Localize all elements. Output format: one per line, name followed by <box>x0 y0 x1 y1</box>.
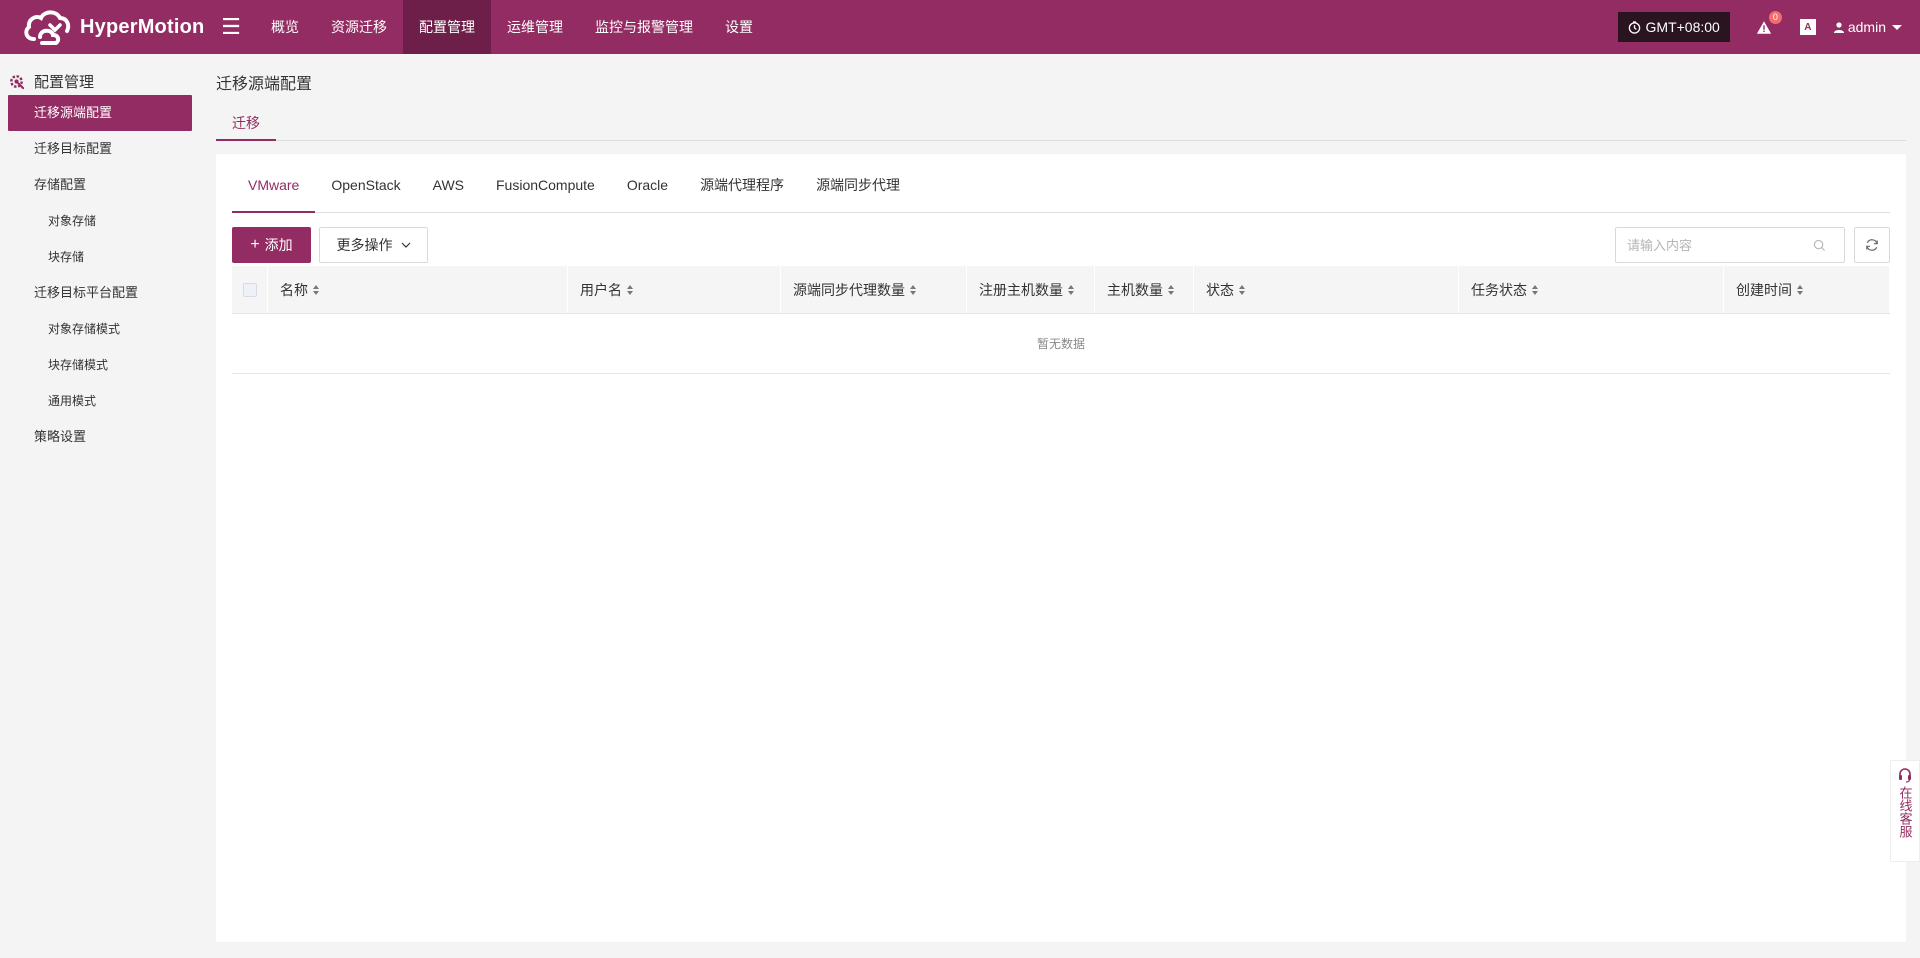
online-service-button[interactable]: 在线客服 <box>1890 760 1920 862</box>
brand-logo[interactable]: HyperMotion <box>0 0 205 54</box>
warning-icon <box>1756 20 1771 34</box>
column-header-3[interactable]: 注册主机数量 <box>967 266 1095 313</box>
platform-tab-6[interactable]: 源端同步代理 <box>800 170 916 213</box>
platform-tab-4[interactable]: Oracle <box>611 170 684 213</box>
headset-icon <box>1899 768 1911 783</box>
platform-tab-3[interactable]: FusionCompute <box>480 170 611 213</box>
data-table: 名称 用户名 源端同步代理数量 注册主机数量 主机数量 状态 任务状态 创建时间 暂无数据 <box>232 266 1890 374</box>
nav-item-3[interactable]: 运维管理 <box>491 0 579 54</box>
empty-state-text: 暂无数据 <box>232 314 1890 374</box>
brand-name: HyperMotion <box>80 15 205 38</box>
sidebar-item-6[interactable]: 对象存储模式 <box>0 311 200 347</box>
platform-tab-1[interactable]: OpenStack <box>315 170 416 213</box>
column-header-4[interactable]: 主机数量 <box>1095 266 1194 313</box>
clock-icon <box>1628 20 1640 34</box>
user-menu[interactable]: admin <box>1833 19 1902 35</box>
column-header-1[interactable]: 用户名 <box>568 266 781 313</box>
platform-tab-2[interactable]: AWS <box>417 170 480 213</box>
sidebar: 配置管理 迁移源端配置 迁移目标配置 存储配置 对象存储 块存储 迁移目标平台配置 对象存储… <box>0 54 200 958</box>
platform-tab-0[interactable]: VMware <box>232 170 316 213</box>
column-header-label: 注册主机数量 <box>979 281 1063 298</box>
search-icon[interactable] <box>1813 239 1826 252</box>
column-header-label: 任务状态 <box>1471 281 1527 298</box>
more-actions-dropdown[interactable]: 更多操作 <box>319 227 428 263</box>
online-service-label: 在线客服 <box>1897 786 1913 838</box>
column-header-7[interactable]: 创建时间 <box>1724 266 1890 313</box>
sidebar-item-0[interactable]: 迁移源端配置 <box>8 95 192 131</box>
refresh-button[interactable] <box>1854 227 1890 263</box>
sort-icon[interactable] <box>313 284 319 295</box>
add-button[interactable]: + 添加 <box>232 227 311 263</box>
sort-icon[interactable] <box>1068 284 1074 295</box>
nav-item-1[interactable]: 资源迁移 <box>315 0 403 54</box>
column-header-label: 名称 <box>280 281 308 298</box>
sidebar-item-5[interactable]: 迁移目标平台配置 <box>0 275 200 311</box>
sidebar-item-7[interactable]: 块存储模式 <box>0 347 200 383</box>
sidebar-item-9[interactable]: 策略设置 <box>0 419 200 455</box>
add-button-label: 添加 <box>264 237 293 253</box>
toolbar: + 添加 更多操作 <box>232 213 1890 271</box>
alert-button[interactable]: 0 <box>1754 11 1782 37</box>
sidebar-item-8[interactable]: 通用模式 <box>0 383 200 419</box>
username: admin <box>1847 19 1886 35</box>
nav-item-4[interactable]: 监控与报警管理 <box>579 0 709 54</box>
select-all-cell <box>232 266 268 313</box>
main-nav: 概览 资源迁移 配置管理 运维管理 监控与报警管理 设置 <box>255 0 769 54</box>
sort-icon[interactable] <box>1168 284 1174 295</box>
chevron-down-icon <box>401 242 410 248</box>
sort-icon[interactable] <box>627 284 633 295</box>
sort-icon[interactable] <box>1239 284 1245 295</box>
column-header-label: 源端同步代理数量 <box>793 281 905 298</box>
column-header-label: 用户名 <box>580 281 622 298</box>
nav-item-0[interactable]: 概览 <box>255 0 315 54</box>
nav-item-5[interactable]: 设置 <box>709 0 769 54</box>
content-card: VMware OpenStack AWS FusionCompute Oracle 源端代… <box>216 154 1906 942</box>
nav-item-2[interactable]: 配置管理 <box>403 0 491 54</box>
search-input[interactable] <box>1616 230 1811 260</box>
sidebar-menu: 迁移源端配置 迁移目标配置 存储配置 对象存储 块存储 迁移目标平台配置 对象存储模式 块存储… <box>0 95 200 455</box>
settings-gear-icon <box>10 74 25 89</box>
topbar-right: GMT+08:00 0 A admin <box>1617 0 1920 54</box>
sidebar-item-3[interactable]: 对象存储 <box>0 203 200 239</box>
select-all-checkbox[interactable] <box>243 282 257 297</box>
sidebar-item-2[interactable]: 存储配置 <box>0 167 200 203</box>
tab-migration[interactable]: 迁移 <box>216 112 276 141</box>
column-header-5[interactable]: 状态 <box>1194 266 1459 313</box>
column-header-label: 状态 <box>1206 281 1234 298</box>
timezone-label: GMT+08:00 <box>1645 19 1720 35</box>
top-navigation-bar: HyperMotion ☰ 概览 资源迁移 配置管理 运维管理 监控与报警管理 设置 GM… <box>0 0 1920 54</box>
alert-count-badge: 0 <box>1768 11 1782 24</box>
sort-icon[interactable] <box>910 284 916 295</box>
sidebar-item-4[interactable]: 块存储 <box>0 239 200 275</box>
column-header-label: 创建时间 <box>1736 281 1792 298</box>
cloud-logo-icon <box>24 10 71 45</box>
platform-tab-5[interactable]: 源端代理程序 <box>684 170 800 213</box>
top-tabs: 迁移 <box>216 112 1906 141</box>
refresh-icon <box>1866 239 1878 251</box>
chevron-down-icon <box>1892 24 1902 30</box>
search-box <box>1615 227 1845 263</box>
column-header-0[interactable]: 名称 <box>268 266 568 313</box>
menu-toggle-icon[interactable]: ☰ <box>213 0 249 54</box>
language-switch-icon[interactable]: A <box>1799 19 1816 35</box>
column-header-6[interactable]: 任务状态 <box>1459 266 1724 313</box>
timezone-display[interactable]: GMT+08:00 <box>1617 12 1730 42</box>
table-header: 名称 用户名 源端同步代理数量 注册主机数量 主机数量 状态 任务状态 创建时间 <box>232 266 1890 314</box>
column-header-label: 主机数量 <box>1107 281 1163 298</box>
sidebar-title-label: 配置管理 <box>34 73 95 91</box>
sidebar-item-1[interactable]: 迁移目标配置 <box>0 131 200 167</box>
user-icon <box>1833 21 1844 33</box>
sort-icon[interactable] <box>1532 284 1538 295</box>
sort-icon[interactable] <box>1797 284 1803 295</box>
more-actions-label: 更多操作 <box>336 237 393 253</box>
page-title: 迁移源端配置 <box>216 76 313 93</box>
platform-tabs: VMware OpenStack AWS FusionCompute Oracle 源端代… <box>232 170 1890 213</box>
column-header-2[interactable]: 源端同步代理数量 <box>781 266 967 313</box>
plus-icon: + <box>250 236 260 253</box>
